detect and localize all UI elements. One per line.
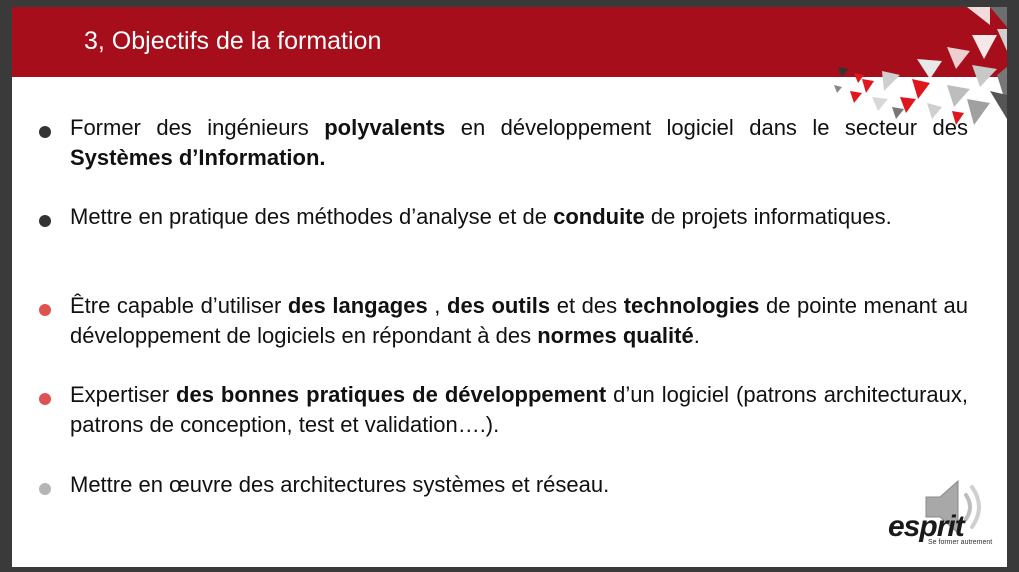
bullet-text-segment: Former des ingénieurs (70, 115, 325, 140)
bullet-text-segment: Mettre en œuvre des architectures systèm… (70, 472, 610, 497)
bullet-dot (39, 304, 51, 316)
bullet-list: Former des ingénieurs polyvalents en dév… (12, 7, 1007, 497)
bullet-bold-segment: conduite (553, 204, 645, 229)
bullet-bold-segment: polyvalents (324, 115, 446, 140)
bullet-bold-segment: technologies (623, 293, 760, 318)
bullet-text: Expertiser des bonnes pratiques de dével… (70, 380, 968, 440)
logo-tagline: Se former autrement (928, 539, 993, 546)
bullet-text: Former des ingénieurs polyvalents en dév… (70, 113, 968, 173)
bullet-text-segment: Être capable d’utiliser (70, 293, 288, 318)
bullet-bold-segment: des langages (287, 293, 428, 318)
bullet-text-segment: , (427, 293, 447, 318)
bullet-dot (39, 215, 51, 227)
bullet-bold-segment: Systèmes d’Information. (70, 145, 326, 170)
bullet-text-segment: Mettre en pratique des méthodes d’analys… (70, 204, 554, 229)
bullet-text-segment: et des (550, 293, 624, 318)
bullet-bold-segment: des bonnes pratiques de développement (176, 382, 607, 407)
bullet-text-segment: en développement logiciel dans le secteu… (445, 115, 968, 140)
bullet-text-segment: Expertiser (70, 382, 177, 407)
bullet-bold-segment: des outils (447, 293, 551, 318)
bullet-dot (39, 393, 51, 405)
bullet-bold-segment: normes qualité (537, 323, 694, 348)
bullet-text: Être capable d’utiliser des langages , d… (70, 291, 968, 351)
bullet-text-segment: . (693, 323, 700, 348)
slide: 3, Objectifs de la formation Former des … (12, 7, 1007, 567)
bullet-text: Mettre en œuvre des architectures systèm… (70, 470, 968, 500)
bullet-dot (39, 126, 51, 138)
bullet-text: Mettre en pratique des méthodes d’analys… (70, 202, 968, 232)
bullet-dot (39, 483, 51, 495)
bullet-text-segment: de projets informatiques. (644, 204, 892, 229)
